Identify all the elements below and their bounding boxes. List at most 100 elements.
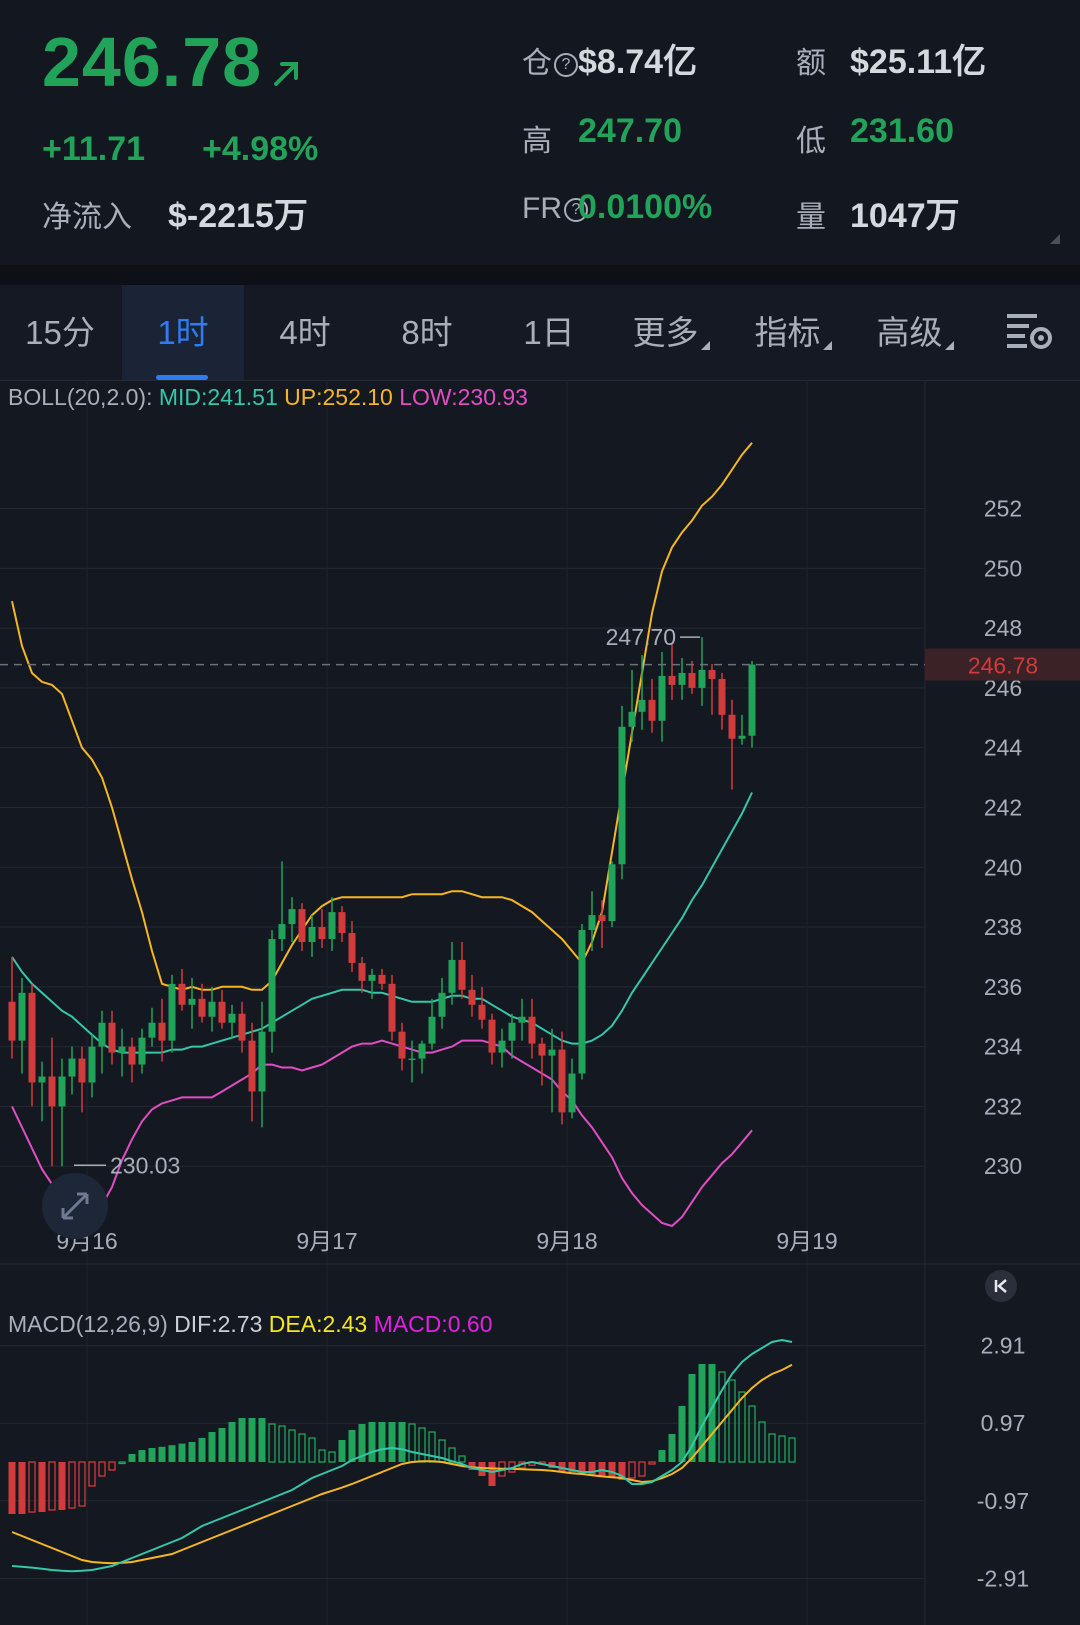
candle-body [598,915,606,922]
macd-bar [758,1421,766,1463]
amount-value: $25.11亿 [850,43,987,81]
candle-body [358,962,366,981]
boll-legend-up: UP:252.10 [284,384,393,410]
tab-8h[interactable]: 8时 [366,285,488,380]
current-price-label: 246.78 [968,653,1038,679]
macd-tick-label: -0.97 [977,1488,1029,1514]
tab-4h[interactable]: 4时 [244,285,366,380]
candle-body [118,1046,126,1053]
boll-legend-mid: MID:241.51 [158,384,278,410]
low-value: 231.60 [850,112,954,150]
macd-bar [408,1423,416,1463]
candle-body [378,974,386,984]
candle-body [88,1046,96,1083]
tab-1d[interactable]: 1日 [488,285,610,380]
candle-body [38,1076,46,1083]
boll-mid-line [11,792,753,1054]
candle-body [148,1022,156,1038]
candle-body [698,669,706,688]
chart-settings-icon[interactable] [1005,310,1055,352]
candle-body [218,1001,226,1023]
macd-bar [628,1461,636,1479]
macd-bar [168,1445,176,1462]
candle-body [8,1001,16,1041]
candle-body [398,1031,406,1059]
candle-body [368,974,376,981]
macd-bar [58,1462,66,1510]
candle-body [418,1043,426,1059]
low-annotation: 230.03 [110,1152,180,1178]
skip-to-start-button[interactable] [985,1270,1017,1302]
candle-body [748,664,756,736]
help-icon[interactable]: ? [554,53,578,77]
collapse-corner-icon[interactable] [1050,234,1060,244]
candle-body [578,930,586,1074]
tab-indicators[interactable]: 指标 [732,285,854,380]
macd-bar [228,1422,236,1462]
macd-bar [328,1451,336,1463]
macd-bar [768,1433,776,1463]
high-label: 高 [522,125,552,158]
macd-bar [178,1443,186,1462]
macd-bar [728,1379,736,1463]
boll-lower-line [11,1039,753,1228]
macd-bar [418,1427,426,1463]
candle-body [298,909,306,942]
candle-body [348,933,356,963]
candle-body [328,912,336,940]
macd-legend-dif: DIF:2.73 [174,1311,263,1337]
dropdown-icon [944,341,954,350]
macd-bar [238,1418,246,1462]
macd-bar [398,1422,406,1462]
arrow-up-right-icon [274,62,298,86]
tab-advanced[interactable]: 高级 [854,285,976,380]
candle-body [538,1043,546,1056]
kline-chart[interactable]: 2522502482462442422402382362342322309月16… [0,380,1080,1625]
macd-bar [378,1422,386,1462]
macd-legend-macd: MACD:0.60 [373,1311,493,1337]
macd-bar [78,1461,86,1507]
candle-body [468,989,476,1005]
high-annotation: 247.70 [606,624,676,650]
tab-more[interactable]: 更多 [610,285,732,380]
candle-body [638,699,646,712]
price-tick-label: 234 [984,1034,1023,1060]
macd-bar [188,1442,196,1462]
macd-bar [288,1429,296,1463]
candle-body [58,1076,66,1107]
candle-body [518,1016,526,1023]
macd-bar [218,1428,226,1462]
macd-bar [88,1461,96,1487]
price-tick-label: 248 [984,615,1022,641]
dropdown-icon [700,341,710,350]
dropdown-icon [822,341,832,350]
netflow-value: $-2215万 [168,197,308,235]
macd-legend: MACD(12,26,9) DIF:2.73 DEA:2.43 MACD:0.6… [8,1311,493,1338]
candle-body [678,672,686,685]
candle-body [198,998,206,1017]
macd-bar [108,1461,116,1471]
candle-body [648,699,656,721]
candle-body [438,992,446,1017]
candle-body [458,959,466,990]
funding-rate-value: 0.0100% [578,188,713,226]
boll-upper-line [11,442,753,991]
macd-bar [18,1462,26,1514]
macd-bar [368,1422,376,1462]
expand-button[interactable] [42,1173,108,1239]
macd-bar [8,1462,16,1514]
candle-body [268,939,276,1032]
macd-bar [338,1440,346,1462]
candle-body [158,1022,166,1041]
candle-body [428,1016,436,1044]
macd-bar [648,1461,656,1465]
open-interest-value: $8.74亿 [578,43,698,81]
tab-15m[interactable]: 15分 [0,285,120,380]
tab-1h[interactable]: 1时 [122,285,244,380]
macd-bar [208,1432,216,1462]
candle-body [508,1022,516,1041]
candle-body [168,983,176,1041]
price-tick-label: 244 [984,735,1023,761]
macd-bar [198,1438,206,1462]
high-value: 247.70 [578,112,682,150]
